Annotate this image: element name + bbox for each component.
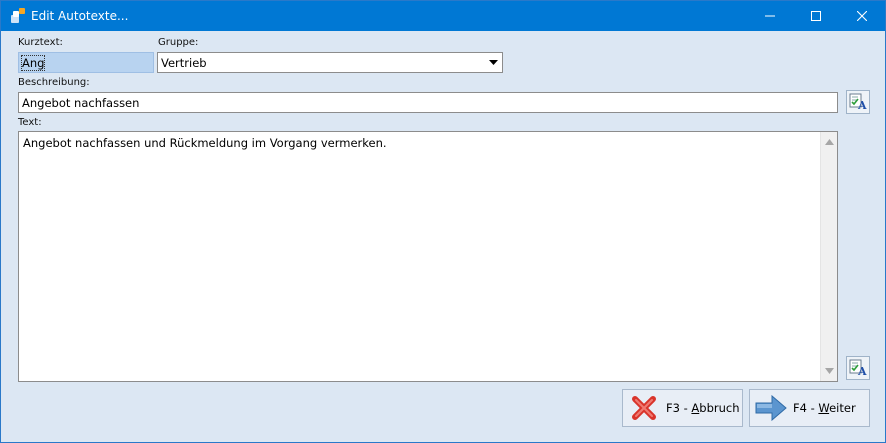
beschreibung-label: Beschreibung:	[18, 77, 90, 88]
edit-text-icon: A	[849, 358, 867, 379]
cancel-button[interactable]: F3 - Abbruch	[622, 389, 743, 427]
beschreibung-edit-button[interactable]: A	[846, 90, 870, 114]
beschreibung-input[interactable]: Angebot nachfassen	[18, 92, 838, 113]
gruppe-value: Vertrieb	[161, 56, 207, 70]
kurztext-value: Ang	[20, 55, 46, 71]
kurztext-label: Kurztext:	[18, 37, 63, 48]
next-button[interactable]: F4 - Weiter	[749, 389, 870, 427]
window-title: Edit Autotexte...	[31, 9, 129, 23]
app-icon	[10, 8, 26, 24]
minimize-icon	[765, 11, 775, 21]
scroll-up-icon[interactable]	[821, 134, 837, 150]
kurztext-input[interactable]: Ang	[18, 52, 154, 73]
maximize-button[interactable]	[793, 1, 839, 31]
vertical-scrollbar[interactable]	[820, 132, 837, 381]
dialog-window: Edit Autotexte... Kurztext: Ang Gruppe: …	[0, 0, 886, 443]
maximize-icon	[811, 11, 821, 21]
text-area-value: Angebot nachfassen und Rückmeldung im Vo…	[23, 136, 387, 150]
text-area[interactable]: Angebot nachfassen und Rückmeldung im Vo…	[18, 131, 838, 382]
scroll-down-icon[interactable]	[821, 363, 837, 379]
close-button[interactable]	[839, 1, 885, 31]
gruppe-label: Gruppe:	[158, 37, 199, 48]
close-icon	[857, 11, 867, 21]
blue-arrow-right-icon	[755, 392, 787, 424]
gruppe-select[interactable]: Vertrieb	[157, 52, 503, 73]
red-x-icon	[628, 392, 660, 424]
chevron-down-icon[interactable]	[485, 54, 501, 71]
title-bar[interactable]: Edit Autotexte...	[1, 1, 885, 31]
text-edit-button[interactable]: A	[846, 356, 870, 380]
cancel-button-label: F3 - Abbruch	[666, 401, 740, 415]
next-button-label: F4 - Weiter	[793, 401, 856, 415]
minimize-button[interactable]	[747, 1, 793, 31]
svg-text:A: A	[857, 365, 867, 376]
svg-text:A: A	[857, 99, 867, 110]
text-label: Text:	[18, 117, 42, 128]
beschreibung-value: Angebot nachfassen	[22, 96, 140, 110]
edit-text-icon: A	[849, 92, 867, 113]
